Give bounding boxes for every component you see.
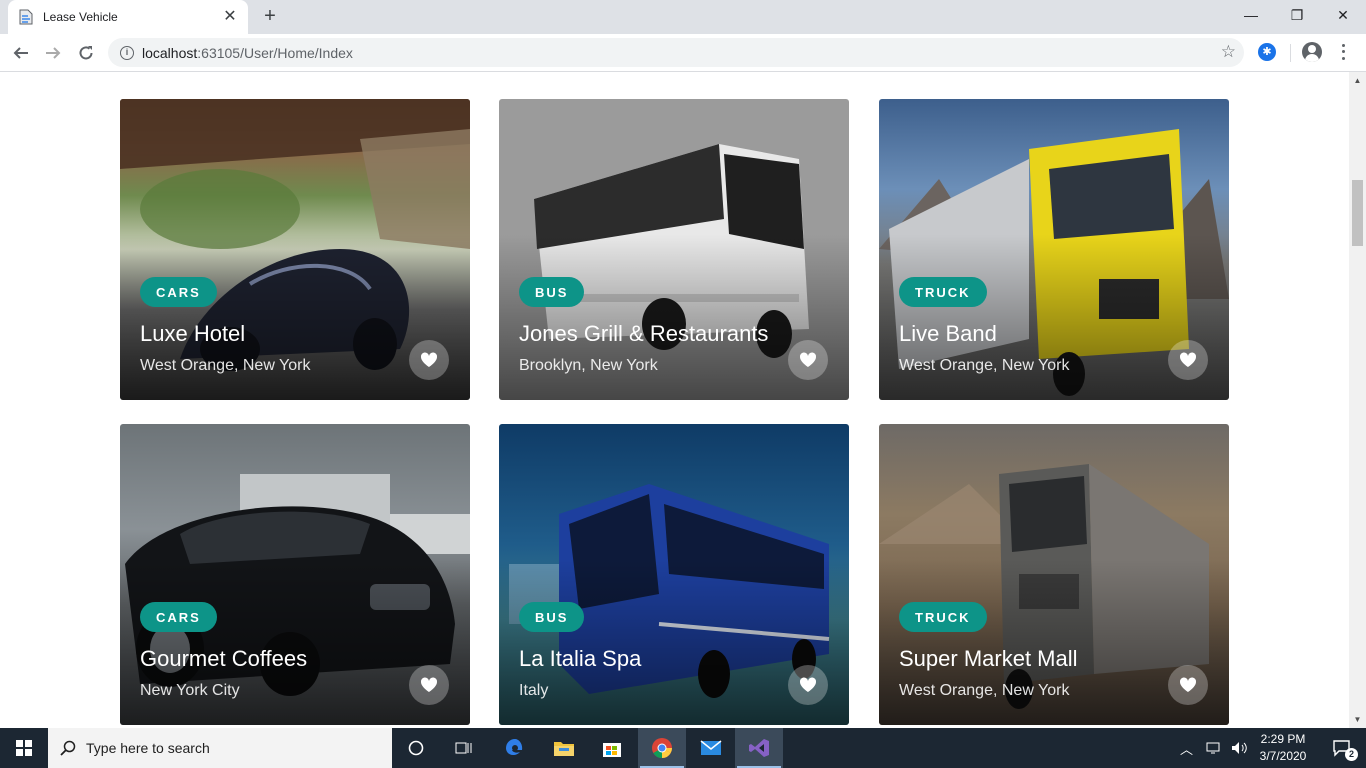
card-location: West Orange, New York <box>899 682 1070 699</box>
heart-icon <box>799 677 817 692</box>
vehicle-card[interactable]: BUS La Italia Spa Italy <box>499 424 849 725</box>
restore-button[interactable]: ❐ <box>1274 0 1320 30</box>
favorite-button[interactable] <box>409 340 449 380</box>
tab-title: Lease Vehicle <box>43 10 118 24</box>
page-scrollbar[interactable]: ▲ ▼ <box>1349 72 1366 728</box>
heart-icon <box>1179 352 1197 367</box>
arrow-left-icon <box>13 47 28 59</box>
store-bag-icon <box>603 743 621 757</box>
tab-strip: Lease Vehicle ✕ + — ❐ ✕ <box>0 0 1366 34</box>
clock[interactable]: 2:29 PM 3/7/2020 <box>1255 731 1311 765</box>
card-title[interactable]: La Italia Spa <box>519 646 641 672</box>
heart-icon <box>799 352 817 367</box>
scroll-down-arrow-icon[interactable]: ▼ <box>1349 711 1366 728</box>
taskbar: Type here to search ︿ 2:29 PM 3/7/2020 2 <box>0 728 1366 768</box>
card-title[interactable]: Live Band <box>899 321 997 347</box>
favorite-button[interactable] <box>1168 340 1208 380</box>
cortana-circle-icon <box>408 740 424 756</box>
page-content: CARS Luxe Hotel West Orange, New York BU… <box>0 72 1349 728</box>
card-location: Brooklyn, New York <box>519 357 658 374</box>
category-badge[interactable]: BUS <box>519 602 585 632</box>
back-button[interactable] <box>8 40 34 66</box>
scroll-up-arrow-icon[interactable]: ▲ <box>1349 72 1366 89</box>
mail-icon <box>700 740 722 755</box>
extension-icon[interactable]: ✱ <box>1258 43 1276 61</box>
search-placeholder: Type here to search <box>86 740 210 756</box>
heart-icon <box>1179 677 1197 692</box>
vehicle-card[interactable]: CARS Gourmet Coffees New York City <box>120 424 470 725</box>
vehicle-card[interactable]: CARS Luxe Hotel West Orange, New York <box>120 99 470 400</box>
favorite-button[interactable] <box>1168 665 1208 705</box>
windows-logo-icon <box>16 740 32 756</box>
page-icon <box>18 9 34 25</box>
chrome-button[interactable] <box>638 728 686 768</box>
folder-icon <box>554 742 574 756</box>
task-view-icon <box>455 742 472 754</box>
notification-count-badge: 2 <box>1345 748 1358 761</box>
browser-tab[interactable]: Lease Vehicle ✕ <box>8 0 248 34</box>
window-controls: — ❐ ✕ <box>1228 0 1366 34</box>
category-badge[interactable]: BUS <box>519 277 585 307</box>
category-badge[interactable]: TRUCK <box>899 602 987 632</box>
close-window-button[interactable]: ✕ <box>1320 0 1366 30</box>
visual-studio-icon <box>749 739 769 757</box>
volume-icon[interactable] <box>1231 741 1249 755</box>
url-host: localhost <box>142 44 198 61</box>
toolbar-divider <box>1290 44 1291 62</box>
clock-time: 2:29 PM <box>1260 732 1306 746</box>
card-title[interactable]: Jones Grill & Restaurants <box>519 321 768 347</box>
taskbar-search[interactable]: Type here to search <box>48 728 392 768</box>
vehicle-card[interactable]: BUS Jones Grill & Restaurants Brooklyn, … <box>499 99 849 400</box>
favorite-button[interactable] <box>409 665 449 705</box>
favorite-button[interactable] <box>788 340 828 380</box>
profile-avatar-icon[interactable] <box>1302 42 1322 62</box>
url-path: :63105/User/Home/Index <box>197 44 353 61</box>
card-title[interactable]: Gourmet Coffees <box>140 646 307 672</box>
card-location: New York City <box>140 682 240 699</box>
browser-menu-icon[interactable] <box>1338 42 1348 62</box>
reload-button[interactable] <box>73 40 99 66</box>
chevron-up-icon[interactable]: ︿ <box>1180 739 1193 758</box>
arrow-right-icon <box>46 47 61 59</box>
start-button[interactable] <box>0 728 48 768</box>
forward-button[interactable] <box>40 40 66 66</box>
card-title[interactable]: Super Market Mall <box>899 646 1078 672</box>
minimize-button[interactable]: — <box>1228 0 1274 30</box>
card-location: West Orange, New York <box>899 357 1070 374</box>
address-bar[interactable]: i localhost:63105/User/Home/Index ☆ <box>108 38 1244 67</box>
category-badge[interactable]: CARS <box>140 277 217 307</box>
scroll-thumb[interactable] <box>1352 180 1363 246</box>
visual-studio-button[interactable] <box>735 728 783 768</box>
heart-icon <box>420 352 438 367</box>
card-title[interactable]: Luxe Hotel <box>140 321 245 347</box>
cortana-button[interactable] <box>392 728 440 768</box>
task-view-button[interactable] <box>440 728 488 768</box>
mail-button[interactable] <box>687 728 735 768</box>
info-icon[interactable]: i <box>120 45 134 60</box>
vehicle-card[interactable]: TRUCK Live Band West Orange, New York <box>879 99 1229 400</box>
tab-close-icon[interactable]: ✕ <box>222 9 238 25</box>
heart-icon <box>420 677 438 692</box>
browser-toolbar: i localhost:63105/User/Home/Index ☆ ✱ <box>0 34 1366 72</box>
search-icon <box>60 740 76 756</box>
card-location: Italy <box>519 682 549 699</box>
network-icon[interactable] <box>1205 741 1223 755</box>
clock-date: 3/7/2020 <box>1259 749 1307 763</box>
file-explorer-button[interactable] <box>540 728 588 768</box>
category-badge[interactable]: TRUCK <box>899 277 987 307</box>
new-tab-button[interactable]: + <box>260 6 280 26</box>
system-tray: ︿ <box>1180 728 1249 768</box>
edge-button[interactable] <box>491 728 539 768</box>
favorite-button[interactable] <box>788 665 828 705</box>
store-button[interactable] <box>588 728 636 768</box>
chrome-icon <box>652 738 673 759</box>
vehicle-card[interactable]: TRUCK Super Market Mall West Orange, New… <box>879 424 1229 725</box>
reload-icon <box>79 46 93 60</box>
card-location: West Orange, New York <box>140 357 311 374</box>
edge-browser-icon <box>506 739 523 755</box>
action-center-button[interactable]: 2 <box>1318 728 1366 768</box>
url-text: localhost:63105/User/Home/Index <box>142 45 353 61</box>
category-badge[interactable]: CARS <box>140 602 217 632</box>
bookmark-star-icon[interactable]: ☆ <box>1221 42 1236 62</box>
